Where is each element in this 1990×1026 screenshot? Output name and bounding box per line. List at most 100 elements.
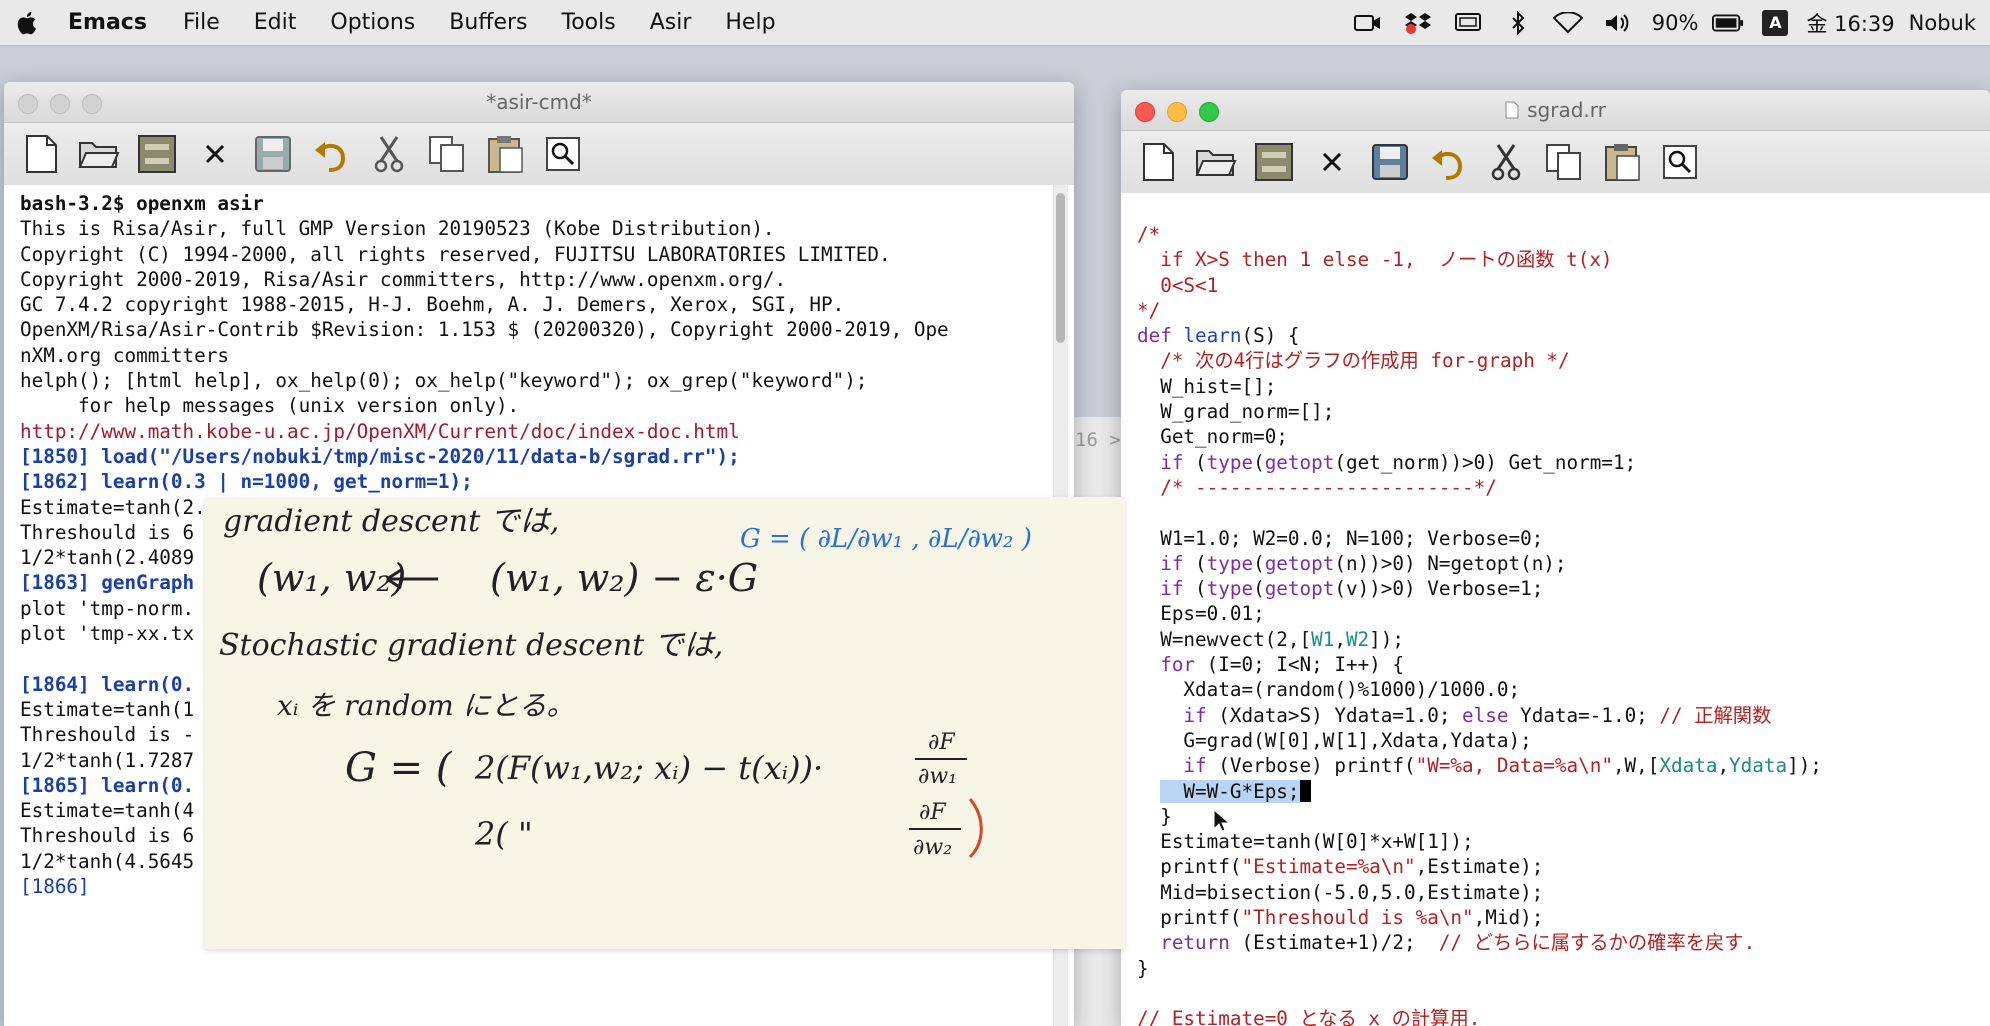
code-line: Eps=0.01; [1137,602,1265,626]
code-line: /* [1137,223,1161,246]
search-icon[interactable] [1657,139,1703,185]
dired-cabinet-icon[interactable] [134,131,180,177]
menu-edit[interactable]: Edit [254,10,297,35]
code-line: Estimate=tanh(W[0]*x+W[1]); [1137,830,1474,854]
note-dF-dw2-num: ∂F [919,800,946,825]
code-line: if (type(getopt(n))>0) N=getopt(n); [1160,551,1567,575]
buffer-line: OpenXM/Risa/Asir-Contrib $Revision: 1.15… [20,318,949,342]
buffer-line: GC 7.4.2 copyright 1988-2015, H-J. Boehm… [20,293,845,317]
code-line: W=newvect(2,[W1,W2]); [1137,627,1404,651]
copy-icon[interactable] [1541,139,1587,185]
note-g-row1: 2(F(w₁,w₂; xᵢ) − t(xᵢ))· [474,749,823,787]
save-icon[interactable] [1367,139,1413,185]
buffer-line: Copyright 2000-2019, Risa/Asir committer… [20,267,787,291]
menu-bar: Emacs File Edit Options Buffers Tools As… [0,0,1990,46]
background-window-text: 16 > [1075,429,1121,451]
code-line: if X>S then 1 else -1, ノートの函数 t(x) [1137,248,1613,272]
open-folder-icon[interactable] [1193,139,1239,185]
note-random-line: xᵢ を random にとる。 [277,689,575,722]
buffer-line: nXM.org committers [20,343,229,367]
code-line: } [1137,804,1172,828]
scrollbar-thumb[interactable] [1056,193,1065,343]
close-buffer-icon[interactable] [192,131,238,177]
buffer-line: for help messages (unix version only). [20,394,520,418]
code-editor[interactable]: /* if X>S then 1 else -1, ノートの函数 t(x) 0<… [1121,193,1990,1026]
code-line: Mid=bisection(-5.0,5.0,Estimate); [1137,880,1544,904]
sgrad-editor-window[interactable]: sgrad.rr /* if X>S then 1 else -1, ノートの函… [1121,90,1990,1026]
code-line: W=W-G*Eps; [1137,779,1990,832]
note-g-def-label: G = ( [345,745,453,791]
open-folder-icon[interactable] [76,131,122,177]
camera-icon[interactable] [1352,10,1384,36]
cut-icon[interactable] [1483,139,1529,185]
buffer-line: helph(); [html help], ox_help(0); ox_hel… [20,369,868,393]
code-line: W1=1.0; W2=0.0; N=100; Verbose=0; [1137,526,1544,550]
note-sgd-line: Stochastic gradient descent では, [219,628,723,663]
cut-icon[interactable] [366,131,412,177]
code-line: /* 次の4行はグラフの作成用 for-graph */ [1137,349,1570,373]
menu-tools[interactable]: Tools [562,10,616,35]
undo-icon[interactable] [1425,139,1471,185]
note-gd-line: gradient descent では, [223,504,559,539]
note-dF-dw1-num: ∂F [928,730,955,755]
menu-buffers[interactable]: Buffers [449,10,527,35]
menu-app-emacs[interactable]: Emacs [68,10,147,35]
code-line: if (Verbose) printf("W=%a, Data=%a\n",W,… [1183,754,1822,778]
display-icon[interactable] [1452,10,1484,36]
battery-icon[interactable] [1712,10,1744,36]
note-dF-dw1-den: ∂w₁ [918,764,957,789]
dired-cabinet-icon[interactable] [1251,139,1297,185]
note-eq1-right: (w₁, w₂) − ε·G [490,556,758,600]
dropbox-icon[interactable] [1402,10,1434,36]
buffer-line: bash-3.2$ openxm asir [20,192,264,215]
code-line: /* ------------------------*/ [1137,475,1497,499]
buffer-line: [1850] load("/Users/nobuki/tmp/misc-2020… [20,444,740,468]
code-line: */ [1137,298,1161,322]
note-dF-dw2-den: ∂w₂ [913,835,952,860]
new-file-icon[interactable] [18,131,64,177]
input-method-indicator[interactable]: A [1762,9,1789,36]
document-icon [1505,101,1519,119]
menu-asir[interactable]: Asir [650,10,692,35]
menu-options[interactable]: Options [330,10,415,35]
note-red-bracket [968,798,983,859]
title-bar[interactable]: sgrad.rr [1121,90,1990,131]
code-line: if (type(getopt(v))>0) Verbose=1; [1160,577,1544,601]
code-line: } [1137,956,1149,980]
title-bar[interactable]: *asir-cmd* [4,82,1074,123]
doc-link[interactable]: http://www.math.kobe-u.ac.jp/OpenXM/Curr… [20,419,1074,444]
undo-icon[interactable] [308,131,354,177]
menu-file[interactable]: File [183,10,220,35]
code-line: Xdata=(random()%1000)/1000.0; [1137,678,1521,702]
window-title: *asir-cmd* [486,90,592,114]
paste-icon[interactable] [482,131,528,177]
code-line: 0<S<1 [1137,273,1219,297]
buffer-line: [1862] learn(0.3 | n=1000, get_norm=1); [20,470,473,494]
toolbar [4,123,1074,186]
bluetooth-icon[interactable] [1502,10,1534,36]
text-cursor [1299,779,1311,802]
code-line: Get_norm=0; [1137,425,1288,449]
battery-percent: 90% [1651,10,1699,35]
code-line: if (Xdata>S) Ydata=1.0; else Ydata=-1.0;… [1183,703,1772,727]
close-buffer-icon[interactable] [1309,139,1355,185]
new-file-icon[interactable] [1135,139,1181,185]
paste-icon[interactable] [1599,139,1645,185]
volume-icon[interactable] [1602,10,1634,36]
buffer-line: This is Risa/Asir, full GMP Version 2019… [20,217,775,241]
user-name[interactable]: Nobuk [1909,11,1976,35]
wifi-icon[interactable] [1552,10,1584,36]
code-line: printf("Estimate=%a\n",Estimate); [1137,855,1544,879]
save-icon[interactable] [250,131,296,177]
menu-clock[interactable]: 金 16:39 [1806,8,1894,38]
menu-help[interactable]: Help [725,10,775,35]
copy-icon[interactable] [424,131,470,177]
search-icon[interactable] [540,131,586,177]
handwritten-note-overlay: gradient descent では, (w₁, w₂) (w₁, w₂) −… [205,497,1125,949]
note-left-arrow [386,568,438,590]
toolbar [1121,131,1990,194]
note-drawing: gradient descent では, (w₁, w₂) (w₁, w₂) −… [219,504,1032,860]
apple-icon[interactable] [14,10,38,36]
